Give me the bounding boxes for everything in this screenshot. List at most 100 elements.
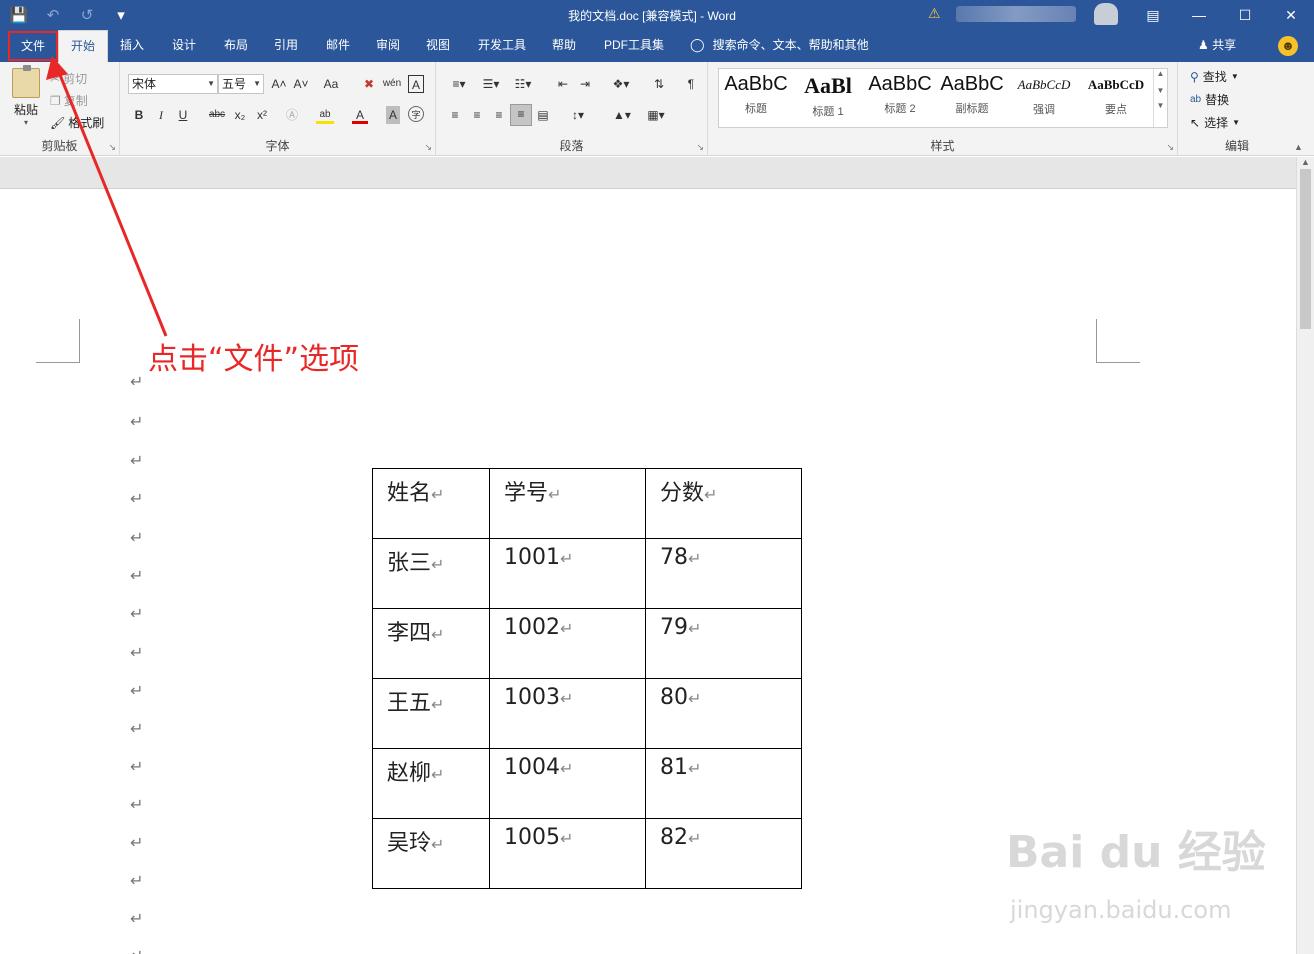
collapse-ribbon-icon[interactable]: ▲	[1294, 142, 1303, 152]
chevron-up-icon[interactable]: ▲	[1154, 69, 1167, 78]
highlight-button[interactable]: ab	[316, 106, 334, 124]
align-right-icon[interactable]: ≡	[490, 106, 508, 124]
underline-button[interactable]: U	[176, 106, 190, 124]
italic-button[interactable]: I	[154, 106, 168, 124]
table-cell[interactable]: 姓名↵	[372, 468, 490, 539]
character-shading-button[interactable]: A	[386, 106, 400, 124]
sort-icon[interactable]: ⇅	[650, 75, 668, 93]
style-title[interactable]: AaBbC 标题	[721, 73, 791, 116]
find-button[interactable]: ⚲ 查找 ▼	[1190, 68, 1239, 85]
dialog-launcher-icon[interactable]: ↘	[696, 142, 704, 153]
change-case-button[interactable]: Aa	[318, 75, 344, 93]
tab-home[interactable]: 开始	[58, 30, 108, 62]
table-cell[interactable]: 1002↵	[489, 608, 646, 679]
align-center-icon[interactable]: ≡	[468, 106, 486, 124]
style-heading-2[interactable]: AaBbC 标题 2	[865, 73, 935, 116]
distributed-icon[interactable]: ▤	[534, 106, 552, 124]
dialog-launcher-icon[interactable]: ↘	[424, 142, 432, 153]
justify-icon[interactable]: ≡	[510, 104, 532, 126]
table-cell[interactable]: 分数↵	[645, 468, 802, 539]
table-cell[interactable]: 王五↵	[372, 678, 490, 749]
share-button[interactable]: ♟ 共享	[1198, 30, 1236, 62]
multilevel-list-icon[interactable]: ☷▾	[510, 75, 536, 93]
format-painter-button[interactable]: 🖌 格式刷	[50, 114, 104, 131]
tell-me-search[interactable]: ◯ 搜索命令、文本、帮助和其他	[690, 30, 869, 62]
table-cell[interactable]: 1003↵	[489, 678, 646, 749]
tab-pdf-tools[interactable]: PDF工具集	[600, 30, 668, 62]
tab-references[interactable]: 引用	[270, 30, 302, 62]
student-table[interactable]: 姓名↵ 学号↵ 分数↵ 张三↵ 1001↵ 78↵ 李四↵ 1002↵ 79↵ …	[372, 468, 802, 889]
table-cell[interactable]: 吴玲↵	[372, 818, 490, 889]
tab-layout[interactable]: 布局	[220, 30, 252, 62]
ribbon-display-icon[interactable]: ▤	[1130, 0, 1176, 30]
tab-mailings[interactable]: 邮件	[322, 30, 354, 62]
copy-button[interactable]: ❐ 复制	[50, 92, 88, 109]
superscript-button[interactable]: x²	[254, 106, 270, 124]
grow-font-button[interactable]: A˄	[270, 75, 288, 93]
numbering-icon[interactable]: ☰▾	[478, 75, 504, 93]
text-effects-icon[interactable]: Ⓐ	[284, 106, 300, 124]
style-subtitle[interactable]: AaBbC 副标题	[937, 73, 1007, 116]
shading-bucket-icon[interactable]: ▲▾	[608, 106, 636, 124]
minimize-icon[interactable]: —	[1176, 0, 1222, 30]
feedback-smiley-icon[interactable]: ☻	[1278, 36, 1298, 56]
font-name-combo[interactable]: 宋体 ▼	[128, 74, 218, 94]
table-cell[interactable]: 79↵	[645, 608, 802, 679]
subscript-button[interactable]: x₂	[232, 106, 248, 124]
line-spacing-icon[interactable]: ↕▾	[564, 106, 592, 124]
table-cell[interactable]: 学号↵	[489, 468, 646, 539]
scrollbar-thumb[interactable]	[1300, 169, 1311, 329]
table-cell[interactable]: 82↵	[645, 818, 802, 889]
table-cell[interactable]: 78↵	[645, 538, 802, 609]
paste-button[interactable]: 粘贴 ▾	[10, 65, 42, 127]
maximize-icon[interactable]: ☐	[1222, 0, 1268, 30]
tab-review[interactable]: 审阅	[372, 30, 404, 62]
chevron-up-icon[interactable]: ▲	[1301, 157, 1310, 167]
chevron-down-icon[interactable]: ▼	[1154, 86, 1167, 95]
style-heading-1[interactable]: AaBl 标题 1	[793, 73, 863, 119]
user-name-blurred[interactable]	[956, 6, 1076, 22]
font-color-button[interactable]: A	[352, 106, 368, 124]
strikethrough-button[interactable]: abc	[206, 106, 228, 124]
table-cell[interactable]: 81↵	[645, 748, 802, 819]
more-icon[interactable]: ▼	[1154, 101, 1167, 110]
bullets-icon[interactable]: ≡▾	[446, 75, 472, 93]
increase-indent-icon[interactable]: ⇥	[576, 75, 594, 93]
dialog-launcher-icon[interactable]: ↘	[1166, 142, 1174, 153]
table-cell[interactable]: 1004↵	[489, 748, 646, 819]
select-button[interactable]: ↖ 选择 ▼	[1190, 114, 1240, 131]
borders-icon[interactable]: ▦▾	[642, 106, 670, 124]
tab-help[interactable]: 帮助	[548, 30, 580, 62]
decrease-indent-icon[interactable]: ⇤	[554, 75, 572, 93]
phonetic-guide-button[interactable]: wén	[382, 75, 402, 93]
chinese-layout-icon[interactable]: ❖▾	[608, 75, 634, 93]
avatar[interactable]	[1094, 3, 1118, 25]
replace-button[interactable]: ab 替换	[1190, 91, 1229, 108]
tab-view[interactable]: 视图	[422, 30, 454, 62]
align-left-icon[interactable]: ≡	[446, 106, 464, 124]
style-emphasis[interactable]: AaBbCcD 强调	[1009, 73, 1079, 117]
table-cell[interactable]: 1001↵	[489, 538, 646, 609]
tab-developer[interactable]: 开发工具	[474, 30, 530, 62]
font-size-combo[interactable]: 五号 ▼	[218, 74, 264, 94]
close-icon[interactable]: ✕	[1268, 0, 1314, 30]
dialog-launcher-icon[interactable]: ↘	[108, 142, 116, 153]
table-cell[interactable]: 张三↵	[372, 538, 490, 609]
clear-formatting-icon[interactable]: ✖	[360, 75, 378, 93]
shrink-font-button[interactable]: A˅	[292, 75, 310, 93]
table-cell[interactable]: 赵柳↵	[372, 748, 490, 819]
table-cell[interactable]: 1005↵	[489, 818, 646, 889]
vertical-scrollbar[interactable]: ▲	[1296, 157, 1314, 954]
tab-insert[interactable]: 插入	[116, 30, 148, 62]
enclose-characters-button[interactable]: 字	[408, 106, 424, 122]
tab-design[interactable]: 设计	[168, 30, 200, 62]
style-strong[interactable]: AaBbCcD 要点	[1081, 73, 1151, 117]
styles-scroll[interactable]: ▲ ▼ ▼	[1153, 69, 1167, 127]
table-cell[interactable]: 李四↵	[372, 608, 490, 679]
tab-file[interactable]: 文件	[8, 31, 58, 61]
character-border-button[interactable]: A	[408, 75, 424, 93]
bold-button[interactable]: B	[132, 106, 146, 124]
cut-button[interactable]: ✂ 剪切	[50, 70, 87, 87]
show-marks-icon[interactable]: ¶	[682, 75, 700, 93]
warning-icon[interactable]: ⚠	[928, 5, 941, 22]
